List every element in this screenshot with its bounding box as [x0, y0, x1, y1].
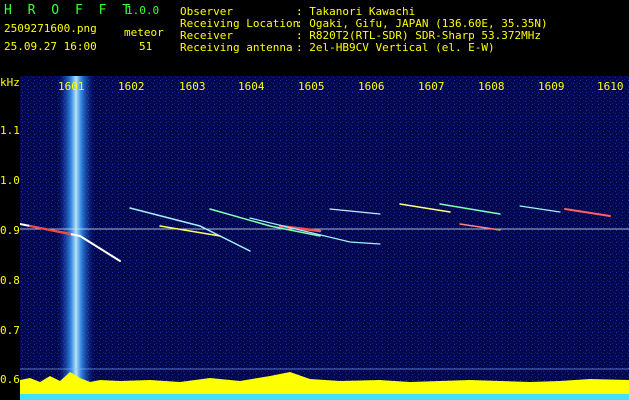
y-tick: 0.6 — [0, 373, 20, 386]
x-tick: 1608 — [478, 80, 505, 93]
y-tick: 1.1 — [0, 124, 20, 137]
y-tick: 0.9 — [0, 224, 20, 237]
y-axis-unit: kHz — [0, 76, 20, 89]
x-tick: 1606 — [358, 80, 385, 93]
info-value-antenna: : 2el-HB9CV Vertical (el. E-W) — [296, 41, 495, 54]
bottom-baseline — [20, 394, 629, 400]
x-tick: 1601 — [58, 80, 85, 93]
x-tick: 1605 — [298, 80, 325, 93]
x-tick: 1610 — [597, 80, 624, 93]
datetime: 25.09.27 16:00 — [4, 40, 97, 53]
x-tick: 1609 — [538, 80, 565, 93]
x-tick: 1607 — [418, 80, 445, 93]
meteor-label: meteor — [124, 26, 164, 39]
info-label-antenna: Receiving antenna — [180, 41, 293, 54]
y-tick: 0.8 — [0, 274, 20, 287]
spectrogram — [20, 76, 629, 400]
app-title: H R O F F T — [4, 3, 135, 18]
y-tick: 0.7 — [0, 324, 20, 337]
x-tick: 1602 — [118, 80, 145, 93]
vertical-burst-band — [58, 76, 94, 386]
x-tick: 1604 — [238, 80, 265, 93]
header-panel: H R O F F T 1.0.0 2509271600.png meteor … — [0, 0, 629, 75]
meteor-count: 51 — [139, 40, 153, 53]
y-tick: 1.0 — [0, 174, 20, 187]
filename: 2509271600.png — [4, 22, 97, 35]
app-version: 1.0.0 — [126, 4, 160, 17]
x-tick: 1603 — [179, 80, 206, 93]
